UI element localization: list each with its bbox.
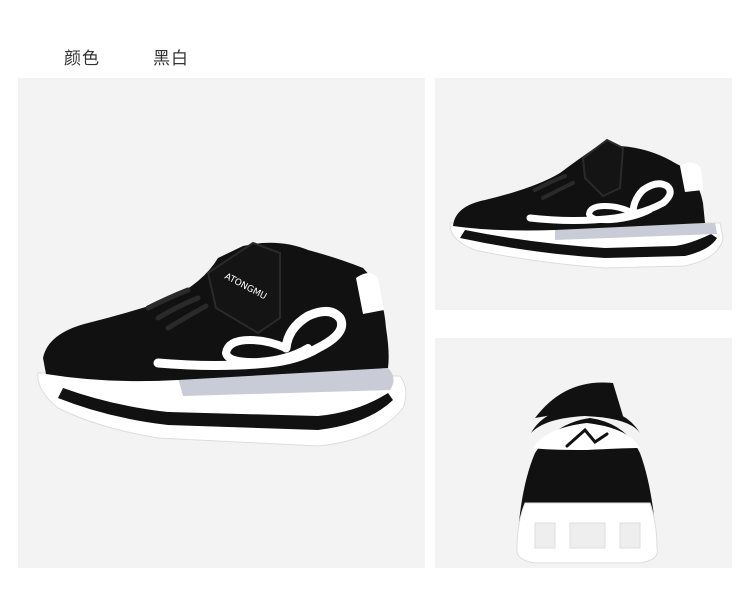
product-image-side-large: ATONGMU (18, 78, 425, 568)
sneaker-side-view-small (449, 138, 724, 269)
sneaker-side-view-large: ATONGMU (37, 241, 407, 447)
product-image-rear (435, 338, 732, 568)
color-value: 黑白 (153, 49, 189, 69)
product-image-side-small (435, 78, 732, 310)
header: 颜色 黑白 (0, 0, 750, 78)
sneaker-rear-view (516, 382, 658, 564)
color-label: 颜色 (64, 49, 100, 69)
